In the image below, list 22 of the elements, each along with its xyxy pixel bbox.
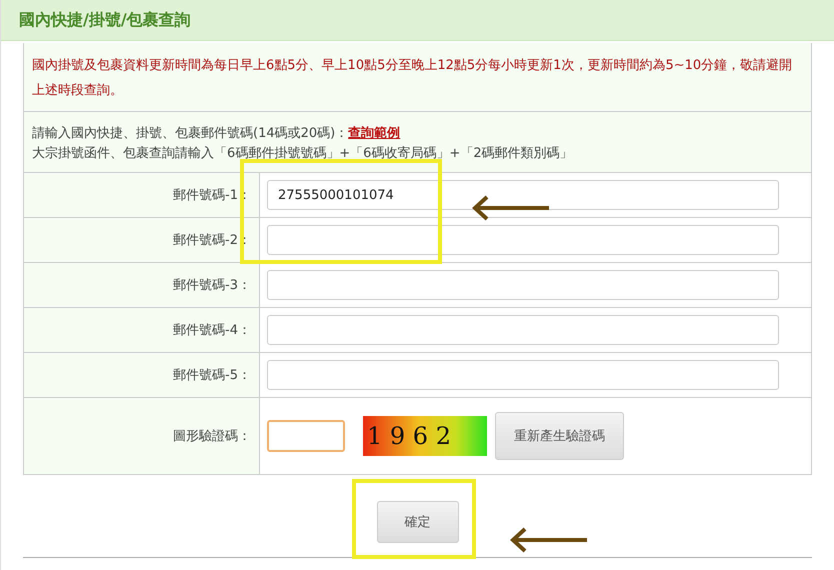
field-label: 郵件號碼-2： bbox=[173, 232, 251, 249]
tracking-number-field[interactable] bbox=[267, 315, 779, 345]
tracking-number-field[interactable]: 27555000101074 bbox=[267, 180, 779, 210]
field-label: 郵件號碼-4： bbox=[173, 322, 251, 339]
instruction-text: 請輸入國內快捷、掛號、包裹郵件號碼(14碼或20碼)：查詢範例 bbox=[32, 125, 402, 143]
field-label: 郵件號碼-1： bbox=[173, 187, 251, 204]
tracking-number-field[interactable] bbox=[267, 360, 779, 390]
field-label: 圖形驗證碼： bbox=[173, 428, 251, 445]
field-label: 郵件號碼-3： bbox=[173, 277, 251, 294]
refresh-captcha-button[interactable]: 重新產生驗證碼 bbox=[495, 412, 624, 460]
tracking-number-field[interactable] bbox=[267, 270, 779, 300]
arrow-icon bbox=[509, 525, 589, 555]
arrow-icon bbox=[471, 193, 551, 223]
instruction-text: 大宗掛號函件、包裹查詢請輸入「6碼郵件掛號號碼」+「6碼收寄局碼」+「2碼郵件類別碼」 bbox=[32, 145, 574, 163]
captcha-image: 1 9 6 2 bbox=[363, 416, 487, 456]
example-link[interactable]: 查詢範例 bbox=[348, 126, 400, 141]
tracking-number-field[interactable] bbox=[267, 225, 779, 255]
notice-text: 國內掛號及包裹資料更新時間為每日早上6點5分、早上10點5分至晚上12點5分每小時更新1次，更新時間約為5~10分鐘，敬請避開上述時段查詢。 bbox=[32, 57, 794, 100]
field-label: 郵件號碼-5： bbox=[173, 367, 251, 384]
submit-button[interactable]: 確定 bbox=[376, 501, 458, 543]
captcha-field[interactable] bbox=[267, 420, 345, 452]
page-title: 國內快捷/掛號/包裹查詢 bbox=[19, 10, 191, 30]
